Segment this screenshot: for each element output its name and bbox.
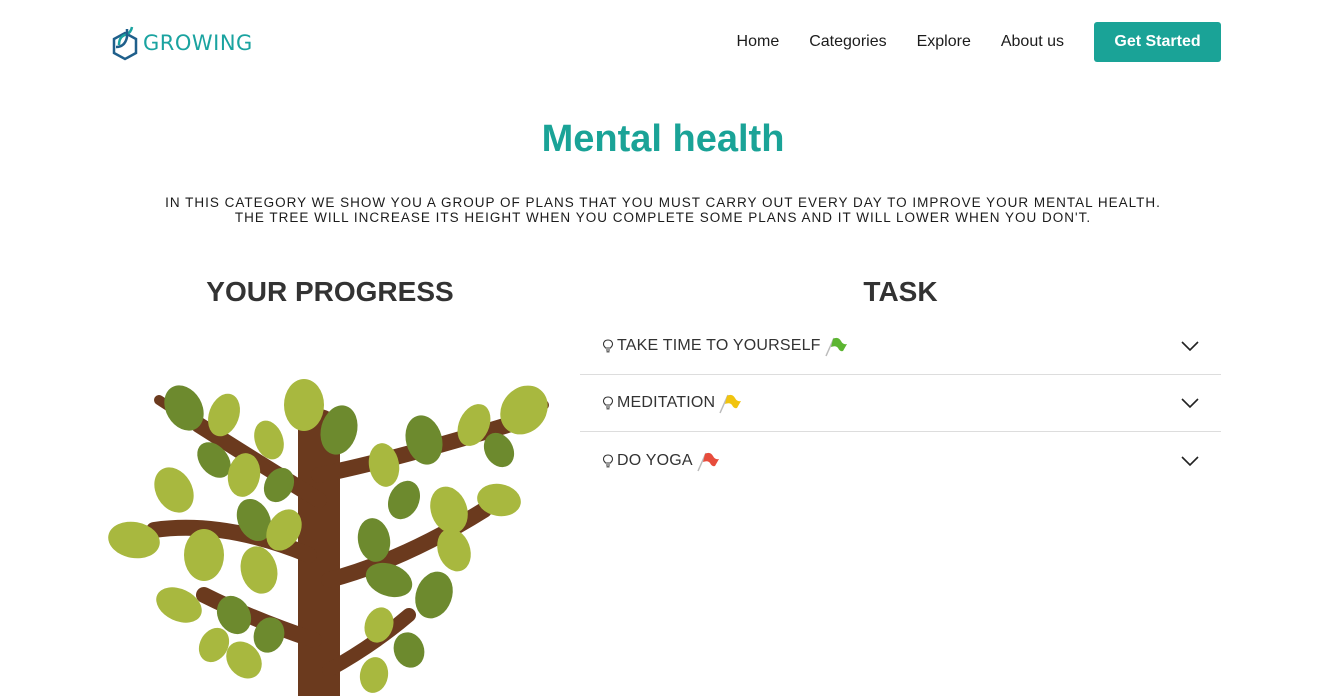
nav-links: Home Categories Explore About us Get Sta… [737, 22, 1221, 62]
category-description: IN THIS CATEGORY WE SHOW YOU A GROUP OF … [165, 195, 1161, 225]
nav-explore[interactable]: Explore [917, 33, 971, 51]
yellow-flag-icon [719, 394, 742, 414]
page-title: Mental health [541, 118, 785, 160]
tree-illustration [108, 379, 549, 696]
task-item-do-yoga[interactable]: DO YOGA [580, 432, 1221, 489]
red-flag-icon [697, 452, 719, 471]
task-label: TAKE TIME TO YOURSELF [617, 337, 821, 354]
chevron-down-icon[interactable] [1181, 397, 1199, 409]
lightbulb-icon [602, 396, 614, 410]
chevron-down-icon[interactable] [1181, 455, 1199, 467]
progress-heading: YOUR PROGRESS [206, 276, 454, 307]
task-item-take-time-to-yourself[interactable]: TAKE TIME TO YOURSELF [580, 318, 1221, 375]
progress-tree [104, 370, 549, 696]
task-item-meditation[interactable]: MEDITATION [580, 375, 1221, 432]
brand-name: GROWING [143, 31, 253, 55]
task-label: MEDITATION [617, 394, 716, 411]
lightbulb-icon [602, 339, 614, 353]
nav-about-us[interactable]: About us [1001, 33, 1064, 51]
lightbulb-icon [602, 453, 614, 467]
nav-home[interactable]: Home [737, 33, 780, 51]
brand-logo[interactable]: GROWING [110, 24, 253, 62]
task-label: DO YOGA [617, 451, 693, 469]
navbar: GROWING Home Categories Explore About us… [0, 0, 1326, 84]
task-list: TAKE TIME TO YOURSELF MEDITATION DO YOGA [580, 318, 1221, 489]
get-started-button[interactable]: Get Started [1094, 22, 1221, 62]
chevron-down-icon[interactable] [1181, 340, 1199, 352]
logo-mark-icon [112, 26, 138, 61]
nav-categories[interactable]: Categories [809, 33, 886, 51]
green-flag-icon [824, 337, 847, 357]
task-heading: TASK [863, 276, 938, 307]
